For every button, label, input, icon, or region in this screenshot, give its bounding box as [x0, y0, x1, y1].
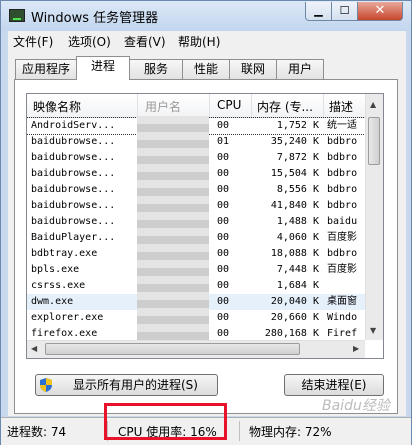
cell-cpu: 00 — [217, 296, 230, 307]
cell-cpu: 00 — [217, 280, 230, 291]
column-user-name[interactable]: 用户名 — [145, 98, 205, 115]
obscured-user-column — [137, 116, 209, 358]
window-title: Windows 任务管理器 — [31, 11, 159, 26]
horizontal-scrollbar[interactable]: ◀ ▶ — [27, 340, 365, 358]
cell-description: bdbro — [327, 248, 358, 259]
cell-memory: 1,488 K — [276, 216, 319, 227]
scroll-up-icon[interactable]: ▲ — [370, 100, 376, 109]
cell-image-name: baidubrowse... — [31, 152, 116, 163]
uac-shield-icon — [40, 378, 52, 392]
scroll-left-icon[interactable]: ◀ — [31, 344, 37, 353]
cell-description: 统一适 — [327, 120, 357, 131]
cell-cpu: 00 — [217, 184, 230, 195]
cell-cpu: 00 — [217, 168, 230, 179]
cell-image-name: explorer.exe — [31, 312, 104, 323]
cell-cpu: 00 — [217, 120, 230, 131]
tab-services[interactable]: 服务 — [129, 59, 183, 79]
scroll-right-icon[interactable]: ▶ — [353, 344, 359, 353]
cell-description: Windo — [327, 312, 358, 323]
tab-processes[interactable]: 进程 — [76, 56, 130, 80]
physical-memory: 物理内存: 72% — [249, 425, 332, 439]
cell-cpu: 01 — [217, 136, 230, 147]
process-count: 进程数: 74 — [7, 425, 67, 439]
cell-image-name: baidubrowse... — [31, 168, 116, 179]
cell-description: bdbro — [327, 136, 358, 147]
cell-memory: 4,060 K — [276, 232, 319, 243]
column-cpu[interactable]: CPU — [217, 98, 247, 112]
cell-description: baidu — [327, 216, 358, 227]
cell-memory: 1,684 K — [276, 280, 319, 291]
vertical-scrollbar[interactable]: ▲ ▼ — [365, 94, 383, 340]
tab-applications[interactable]: 应用程序 — [15, 59, 77, 79]
close-button[interactable]: ✕ — [357, 2, 403, 21]
cell-memory: 8,556 K — [276, 184, 319, 195]
show-all-users-label: 显示所有用户的进程(S) — [73, 378, 198, 392]
task-manager-icon — [9, 9, 25, 22]
cell-memory: 41,840 K — [270, 200, 319, 211]
vertical-scroll-thumb[interactable] — [368, 117, 380, 165]
menu-help[interactable]: 帮助(H) — [178, 33, 220, 50]
cell-cpu: 00 — [217, 248, 230, 259]
column-image-name[interactable]: 映像名称 — [33, 98, 129, 115]
cell-image-name: bdbtray.exe — [31, 248, 98, 259]
cell-cpu: 00 — [217, 232, 230, 243]
menu-options[interactable]: 选项(O) — [68, 33, 111, 50]
maximize-button[interactable]: ☐ — [331, 2, 358, 21]
cell-cpu: 00 — [217, 152, 230, 163]
cell-memory: 35,240 K — [270, 136, 319, 147]
cell-memory: 7,872 K — [276, 152, 319, 163]
column-description[interactable]: 描述 — [329, 98, 363, 115]
cell-image-name: baidubrowse... — [31, 200, 116, 211]
menu-bar: 文件(F) 选项(O) 查看(V) 帮助(H) — [8, 31, 406, 51]
column-memory[interactable]: 内存 (专... — [257, 98, 319, 115]
cell-image-name: dwm.exe — [31, 296, 74, 307]
show-all-users-button[interactable]: 显示所有用户的进程(S) — [35, 374, 218, 396]
cell-image-name: AndroidServ... — [31, 120, 116, 131]
main-panel: 应用程序 进程 服务 性能 联网 用户 映像名称 用户名 CPU 内存 (专..… — [8, 51, 406, 416]
horizontal-scroll-thumb[interactable] — [45, 343, 300, 355]
cell-memory: 20,040 K — [270, 296, 319, 307]
cell-image-name: bpls.exe — [31, 264, 80, 275]
highlight-box — [104, 403, 227, 440]
task-manager-window: Windows 任务管理器 ▁ ☐ ✕ 文件(F) 选项(O) 查看(V) 帮助… — [0, 0, 412, 445]
cell-description: bdbro — [327, 184, 358, 195]
tab-performance[interactable]: 性能 — [182, 59, 230, 79]
cell-description: bdbro — [327, 152, 358, 163]
cell-memory: 1,752 K — [276, 120, 319, 131]
menu-view[interactable]: 查看(V) — [124, 33, 166, 50]
menu-file[interactable]: 文件(F) — [13, 33, 53, 50]
cell-description: bdbro — [327, 168, 358, 179]
cell-memory: 18,088 K — [270, 248, 319, 259]
tab-users[interactable]: 用户 — [276, 59, 324, 79]
cell-image-name: BaiduPlayer... — [31, 232, 116, 243]
cell-cpu: 00 — [217, 200, 230, 211]
list-header: 映像名称 用户名 CPU 内存 (专... 描述 — [27, 94, 365, 118]
process-list[interactable]: 映像名称 用户名 CPU 内存 (专... 描述 AndroidServ... 0… — [26, 93, 384, 359]
cell-description: bdbro — [327, 200, 358, 211]
cell-cpu: 00 — [217, 216, 230, 227]
cell-description: 百度影 — [327, 264, 357, 275]
title-bar[interactable]: Windows 任务管理器 ▁ ☐ ✕ — [1, 1, 411, 31]
tab-networking[interactable]: 联网 — [229, 59, 277, 79]
cell-memory: 7,448 K — [276, 264, 319, 275]
cell-description: 百度影 — [327, 232, 357, 243]
scroll-down-icon[interactable]: ▼ — [370, 326, 376, 335]
cell-image-name: csrss.exe — [31, 280, 86, 291]
cell-cpu: 00 — [217, 264, 230, 275]
cell-cpu: 00 — [217, 312, 230, 323]
cell-description: 桌面窗 — [327, 296, 357, 307]
watermark: Baidu经验 — [322, 398, 390, 414]
cell-memory: 15,504 K — [270, 168, 319, 179]
cell-image-name: baidubrowse... — [31, 184, 116, 195]
cell-memory: 20,660 K — [270, 312, 319, 323]
minimize-button[interactable]: ▁ — [305, 2, 332, 21]
cell-image-name: baidubrowse... — [31, 216, 116, 227]
end-process-button[interactable]: 结束进程(E) — [284, 374, 384, 396]
cell-image-name: baidubrowse... — [31, 136, 116, 147]
